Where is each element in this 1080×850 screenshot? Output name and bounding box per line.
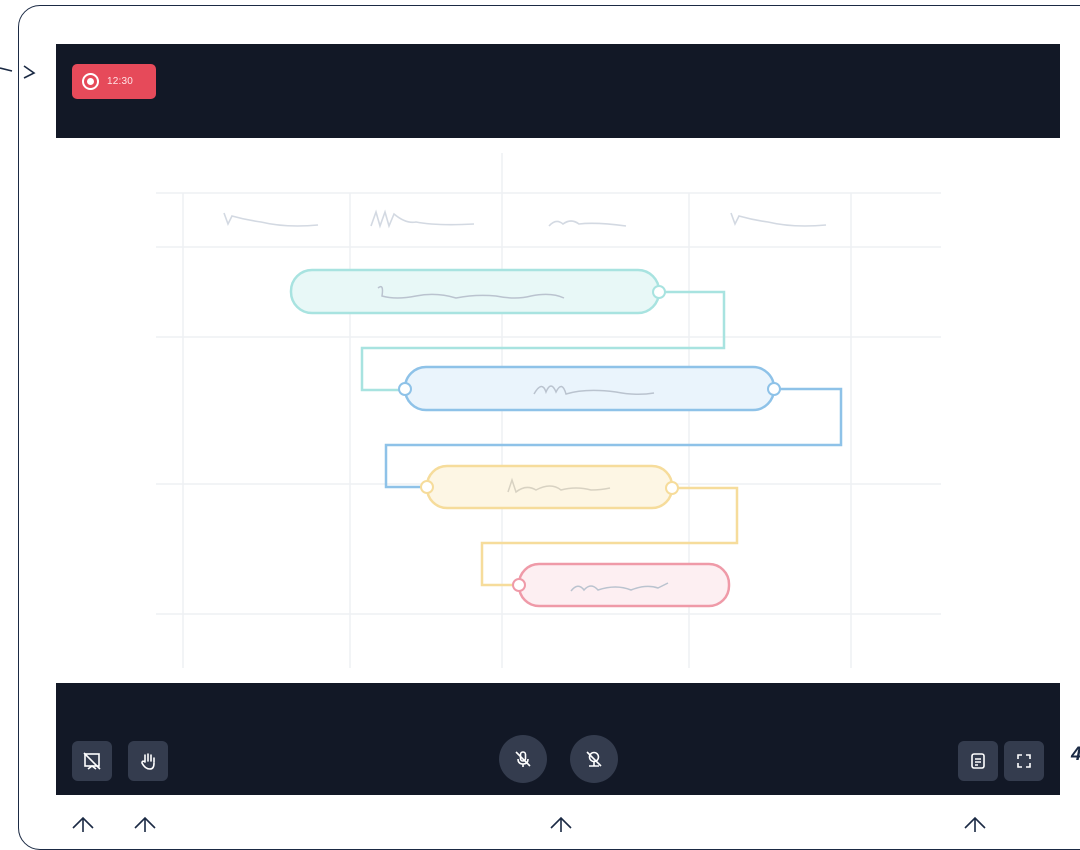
- raise-hand-icon: [141, 753, 155, 770]
- fullscreen-icon: [1017, 754, 1031, 768]
- up-arrow-icon: [550, 816, 572, 832]
- task-bars: [289, 268, 843, 608]
- camera-toggle-button[interactable]: [570, 735, 618, 783]
- notes-button[interactable]: [958, 741, 998, 781]
- raise-hand-button[interactable]: [128, 741, 168, 781]
- camera-off-icon: [586, 751, 602, 767]
- fullscreen-button[interactable]: [1004, 741, 1044, 781]
- recording-badge[interactable]: 12:30: [72, 64, 156, 99]
- whiteboard-toggle-button[interactable]: [72, 741, 112, 781]
- whiteboard-off-icon: [83, 752, 101, 770]
- top-bar: 12:30: [56, 44, 1060, 138]
- recording-time: 12:30: [107, 76, 134, 87]
- gantt-sketch: [156, 153, 941, 668]
- pointer-arrow-icon: [0, 65, 36, 79]
- shared-whiteboard[interactable]: [56, 138, 1060, 683]
- up-arrow-icon: [72, 816, 94, 832]
- up-arrow-icon: [964, 816, 986, 832]
- bottom-toolbar: [56, 683, 1060, 795]
- column-headers: [223, 209, 827, 229]
- up-arrow-icon: [134, 816, 156, 832]
- mute-microphone-button[interactable]: [499, 735, 547, 783]
- notes-icon: [971, 753, 985, 769]
- record-icon: [82, 73, 99, 90]
- microphone-off-icon: [515, 751, 531, 767]
- edge-label: 4: [1071, 744, 1080, 766]
